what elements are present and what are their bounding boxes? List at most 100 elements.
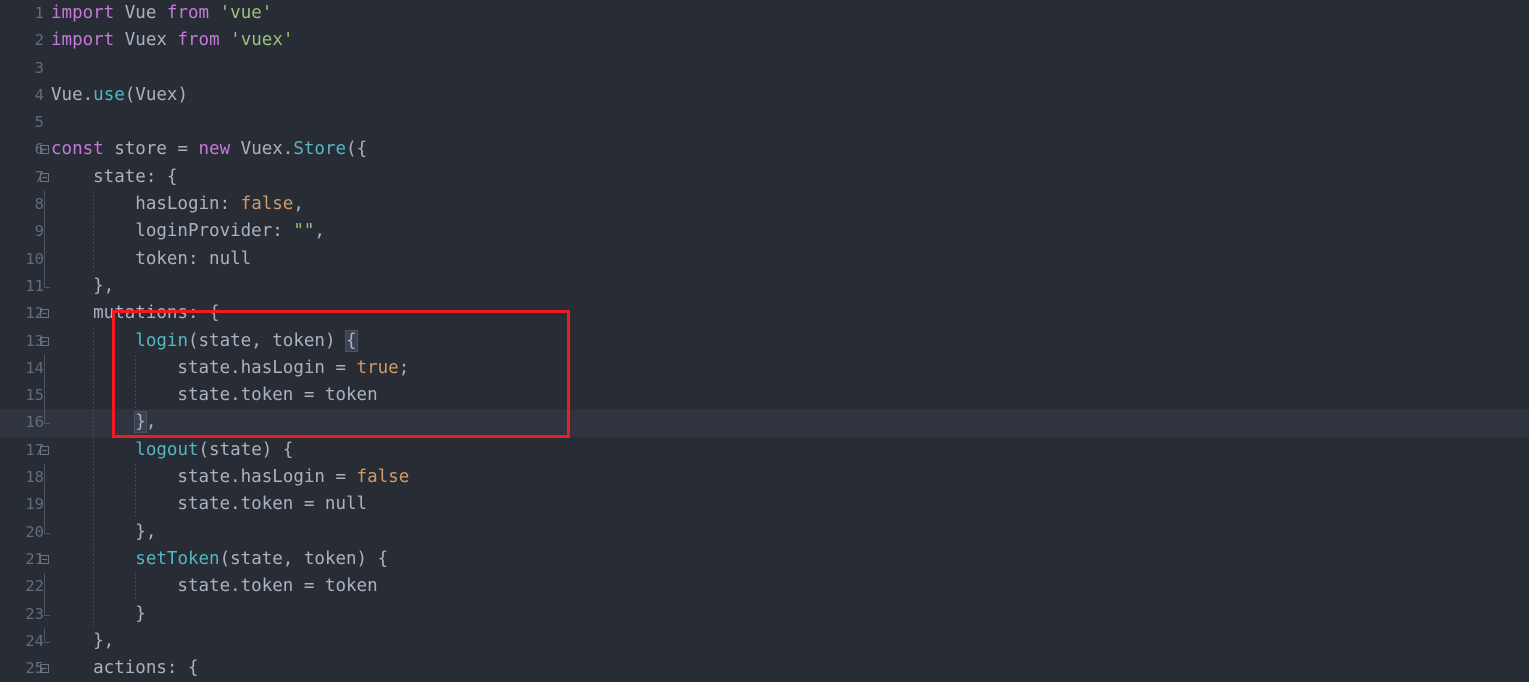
code-line-text[interactable]: import Vuex from 'vuex' [51, 27, 293, 54]
code-line[interactable]: 2 import Vuex from 'vuex' [0, 27, 1529, 54]
code-line-text[interactable]: state.token = token [51, 573, 377, 600]
code-line[interactable]: 5 [0, 109, 1529, 136]
code-line[interactable]: 4 Vue.use(Vuex) [0, 82, 1529, 109]
fold-collapse-icon[interactable] [40, 145, 49, 155]
code-line[interactable]: 20 }, [0, 518, 1529, 546]
fold-region-bar [44, 218, 45, 246]
code-token: mutations: { [51, 303, 220, 324]
code-token: false [240, 194, 294, 215]
code-editor[interactable]: 1 import Vue from 'vue' 2 import Vuex from … [0, 0, 1529, 682]
code-line[interactable]: 9 loginProvider: "", [0, 218, 1529, 246]
code-token: login [135, 330, 188, 351]
code-line-text[interactable]: const store = new Vuex.Store({ [51, 136, 367, 163]
code-token: , [145, 412, 157, 433]
line-number: 4 [34, 85, 44, 104]
line-number: 20 [25, 522, 44, 541]
code-line[interactable]: 15 state.token = token [0, 382, 1529, 410]
code-line[interactable]: 1 import Vue from 'vue' [0, 0, 1529, 27]
code-line-text[interactable]: actions: { [51, 655, 198, 682]
code-line[interactable]: 10 token: null [0, 245, 1529, 273]
code-token: Vue. [51, 84, 94, 105]
line-number: 3 [34, 58, 44, 77]
fold-collapse-icon[interactable] [40, 554, 49, 564]
code-line-text[interactable]: state.hasLogin = false [51, 464, 409, 491]
code-line-text[interactable]: } [51, 601, 146, 628]
fold-region-end-icon [44, 518, 50, 534]
code-line-text[interactable]: state.token = null [51, 491, 367, 518]
code-line[interactable]: 22 state.token = token [0, 573, 1529, 601]
code-line[interactable]: 6 const store = new Vuex.Store({ [0, 136, 1529, 163]
code-line[interactable]: 14 state.hasLogin = true; [0, 354, 1529, 383]
code-line-text[interactable]: logout(state) { [51, 437, 293, 464]
code-token: false [356, 467, 410, 488]
code-token: 'vuex' [230, 30, 294, 51]
code-line-text[interactable]: }, [51, 519, 156, 546]
code-line[interactable]: 19 state.token = null [0, 491, 1529, 519]
fold-region-bar [44, 573, 45, 601]
code-line[interactable]: 8 hasLogin: false, [0, 191, 1529, 219]
code-line-text[interactable]: login(state, token) { [51, 328, 358, 355]
code-line-text[interactable]: Vue.use(Vuex) [51, 82, 188, 109]
code-line-text[interactable]: hasLogin: false, [51, 191, 304, 218]
line-number: 23 [25, 604, 44, 623]
fold-region-bar [44, 464, 45, 492]
code-line[interactable]: 21 setToken(state, token) { [0, 545, 1529, 574]
line-number: 1 [34, 4, 44, 22]
fold-collapse-icon[interactable] [40, 172, 49, 182]
code-token: Vue [124, 3, 157, 23]
code-line[interactable]: 17 logout(state) { [0, 436, 1529, 465]
code-line[interactable]: 3 [0, 55, 1529, 82]
code-line-text[interactable]: state: { [51, 164, 177, 191]
line-number: 9 [34, 222, 44, 241]
code-line[interactable]: 25 actions: { [0, 655, 1529, 682]
fold-collapse-icon[interactable] [40, 309, 49, 319]
code-line-text[interactable]: }, [51, 628, 114, 655]
code-line[interactable]: 13 login(state, token) { [0, 327, 1529, 355]
code-line[interactable]: 11 }, [0, 272, 1529, 300]
code-line[interactable]: 23 } [0, 600, 1529, 628]
code-line-text[interactable]: }, [51, 409, 156, 436]
code-line-text[interactable]: mutations: { [51, 300, 220, 327]
code-line-text[interactable]: token: null [51, 246, 251, 273]
code-token: (state, token) { [219, 548, 389, 569]
code-token: }, [51, 630, 115, 651]
code-lines-container[interactable]: 1 import Vue from 'vue' 2 import Vuex from … [0, 0, 1529, 682]
code-line-text[interactable]: import Vue from 'vue' [51, 0, 272, 27]
code-line[interactable]: 16 }, [0, 409, 1529, 437]
code-token: Vuex [124, 30, 167, 51]
code-token: new [198, 139, 231, 160]
line-number: 8 [34, 195, 44, 214]
fold-collapse-icon[interactable] [40, 664, 49, 674]
code-token: (state, token) [187, 330, 347, 351]
line-number: 24 [25, 631, 44, 650]
code-token: , [293, 194, 304, 215]
code-line-text[interactable]: state.hasLogin = true; [51, 355, 409, 382]
code-line[interactable]: 12 mutations: { [0, 300, 1529, 327]
code-token: } [51, 603, 146, 624]
fold-collapse-icon[interactable] [40, 336, 49, 346]
code-token: ; [398, 357, 410, 378]
code-token: state.hasLogin = [51, 467, 357, 488]
code-line-text[interactable]: loginProvider: "", [51, 218, 325, 245]
code-token: (Vuex) [124, 84, 188, 105]
code-token: token: null [51, 248, 252, 269]
code-token: { [345, 329, 358, 352]
code-line-text[interactable]: state.token = token [51, 382, 377, 409]
code-line[interactable]: 18 state.hasLogin = false [0, 464, 1529, 492]
code-token: use [93, 84, 125, 105]
fold-collapse-icon[interactable] [40, 445, 49, 455]
code-line-text[interactable]: setToken(state, token) { [51, 546, 388, 573]
code-line[interactable]: 24 }, [0, 627, 1529, 655]
code-token: (state) { [198, 439, 294, 460]
code-token: Store [293, 139, 347, 160]
code-line-text[interactable]: }, [51, 273, 114, 300]
code-line[interactable]: 7 state: { [0, 164, 1529, 191]
code-token: ({ [346, 139, 368, 160]
code-token: 'vue' [219, 3, 273, 23]
code-token: loginProvider: [51, 221, 294, 242]
code-token: state.hasLogin = [51, 357, 357, 378]
